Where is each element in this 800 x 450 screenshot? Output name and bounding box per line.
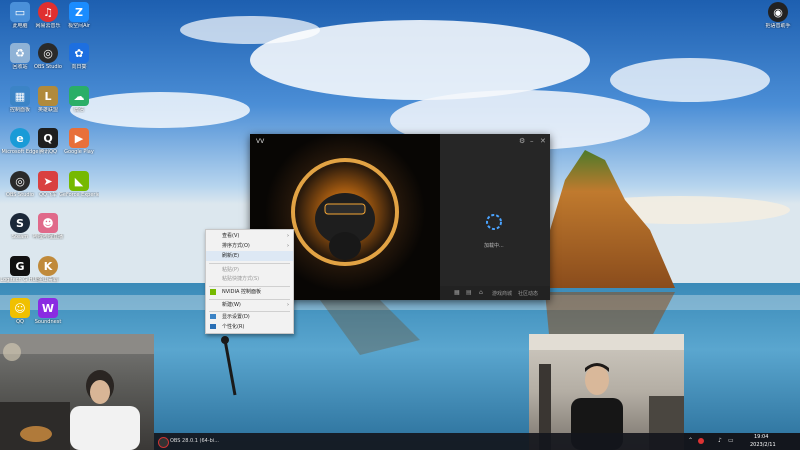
grid-icon[interactable]: ▦ <box>454 289 460 296</box>
close-icon[interactable]: ✕ <box>540 137 546 145</box>
loading-text: 加载中... <box>484 243 504 249</box>
obs-taskbar-icon[interactable] <box>158 437 169 448</box>
desktop-icon-google-play[interactable]: ▶ Google Play <box>59 128 99 168</box>
settings-icon[interactable]: ⚙ <box>519 137 525 145</box>
network-icon[interactable]: ▭ <box>728 437 734 444</box>
clock-time[interactable]: 19:04 <box>754 434 768 440</box>
desktop-icon-sunflower[interactable]: ✿ 向日葵 <box>59 43 99 83</box>
desktop-icon-soundnest[interactable]: W Soundnest <box>28 298 68 338</box>
chevron-right-icon: › <box>287 233 289 239</box>
zspace-icon: Z <box>69 2 89 22</box>
sunflower-icon: ✿ <box>69 43 89 63</box>
desktop-icon-wechat[interactable]: ☁ 微信 <box>59 86 99 126</box>
vv-app-window[interactable]: VV ⚙ – ✕ 加载中... ▦ ▤ ⌂ 游戏商城 社区动态 <box>250 134 550 300</box>
recycle-bin-icon: ♻ <box>10 43 30 63</box>
netease-music-icon: ♫ <box>38 2 58 22</box>
ctx-separator <box>209 263 290 264</box>
desktop-icon-kingsoft[interactable]: K 金山毒霸 <box>28 256 68 296</box>
taskbar-app-label[interactable]: OBS 28.0.1 (64-bi... <box>170 438 219 444</box>
ctx-item-view[interactable]: 查看(V) › <box>206 231 293 241</box>
tray-app-icon[interactable] <box>698 438 704 444</box>
ctx-item-nvidia[interactable]: NVIDIA 控制面板 <box>206 287 293 297</box>
obs-icon: ◎ <box>38 43 58 63</box>
expand-tray-icon[interactable]: ⌃ <box>688 437 693 444</box>
computer-icon: ▭ <box>10 2 30 22</box>
lol-icon: L <box>38 86 58 106</box>
soundnest-icon: W <box>38 298 58 318</box>
ctx-item-paste-shortcut[interactable]: 粘贴快捷方式(S) <box>206 274 293 284</box>
system-tray: ⌃ ♪ ▭ 19:04 2023/2/11 <box>684 433 800 450</box>
obs2-icon: ◎ <box>10 171 30 191</box>
vv-title: VV <box>256 138 265 145</box>
assistant-icon: ◉ <box>768 2 788 22</box>
vv-bottom-link-community[interactable]: 社区动态 <box>518 290 538 297</box>
minimize-icon[interactable]: – <box>530 137 534 145</box>
control-panel-icon: ▦ <box>10 86 30 106</box>
webcam-left-scene <box>0 334 154 450</box>
chevron-right-icon: › <box>287 243 289 249</box>
personalize-icon <box>210 324 216 329</box>
qq-icon: Q <box>38 128 58 148</box>
desktop-icon-bilibili-live[interactable]: ☻ 哔哩哔哩直播 <box>28 213 68 253</box>
steam-icon: S <box>10 213 30 233</box>
google-play-icon: ▶ <box>69 128 89 148</box>
home-icon[interactable]: ⌂ <box>479 289 483 296</box>
desktop-icon-zspace[interactable]: Z 极空间Air <box>59 2 99 42</box>
vv-side-panel: VV ⚙ – ✕ 加载中... <box>256 134 550 300</box>
ctx-item-display-settings[interactable]: 显示设置(D) <box>206 312 293 322</box>
edge-icon: e <box>10 128 30 148</box>
vv-bottom-bar: ▦ ▤ ⌂ 游戏商城 社区动态 <box>440 286 550 300</box>
display-icon <box>210 314 216 319</box>
gamepad-icon[interactable]: ▤ <box>466 289 472 296</box>
qq-speed-icon: ➤ <box>38 171 58 191</box>
webcam-overlay-left <box>0 334 154 450</box>
loading-spinner-icon <box>486 214 502 230</box>
clock-date[interactable]: 2023/2/11 <box>750 442 776 448</box>
ctx-item-refresh[interactable]: 刷新(E) <box>206 251 293 261</box>
vv-bottom-link-store[interactable]: 游戏商城 <box>492 290 512 297</box>
ctx-item-sort[interactable]: 排序方式(O) › <box>206 241 293 251</box>
volume-icon[interactable]: ♪ <box>718 437 722 444</box>
desktop-icon-assistant[interactable]: ◉ 把语音助手 <box>758 2 798 42</box>
ghub-icon: G <box>10 256 30 276</box>
kingsoft-icon: K <box>38 256 58 276</box>
nvidia-icon <box>210 289 216 295</box>
desktop-context-menu: 查看(V) › 排序方式(O) › 刷新(E) 粘贴(P) 粘贴快捷方式(S) … <box>205 229 294 334</box>
nvidia-icon: ◣ <box>69 171 89 191</box>
desktop-icon-geforce[interactable]: ◣ GeForce Experience <box>59 171 99 211</box>
wechat-icon: ☁ <box>69 86 89 106</box>
ctx-item-personalize[interactable]: 个性化(R) <box>206 322 293 332</box>
bilibili-live-icon: ☻ <box>38 213 58 233</box>
qq2-icon: ☺ <box>10 298 30 318</box>
ctx-item-new[interactable]: 新建(W) › <box>206 300 293 310</box>
chevron-right-icon: › <box>287 302 289 308</box>
